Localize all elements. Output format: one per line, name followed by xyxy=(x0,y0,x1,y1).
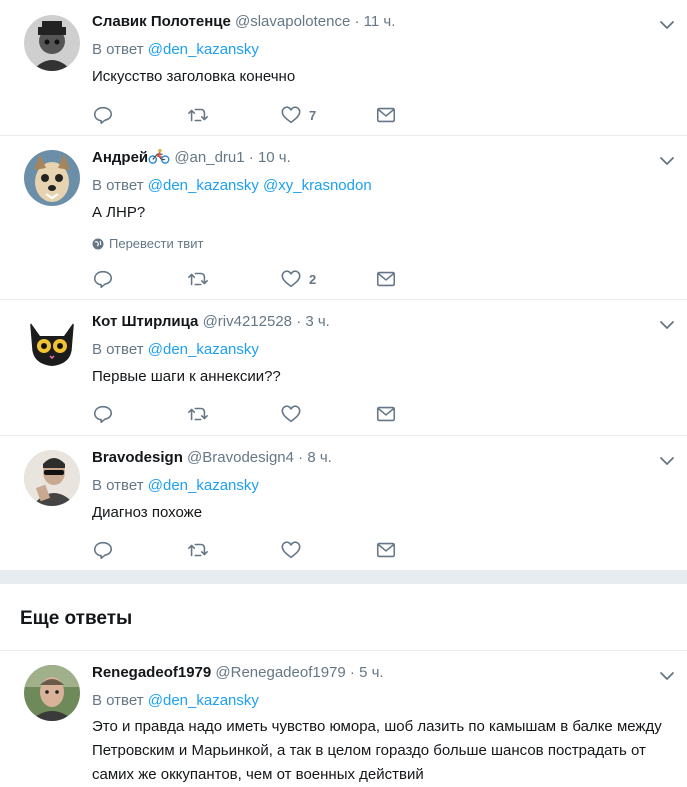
author-handle[interactable]: @riv4212528 xyxy=(203,313,292,330)
author-name[interactable]: Bravodesign xyxy=(92,449,183,466)
message-icon xyxy=(376,406,396,422)
reply-icon xyxy=(93,405,113,424)
retweet-icon xyxy=(188,407,208,421)
globe-icon xyxy=(92,238,104,249)
tweet[interactable]: Bravodesign @Bravodesign4 · 8 ч. В ответ… xyxy=(0,436,687,570)
reply-icon xyxy=(93,106,113,125)
reply-context: В ответ @den_kazansky xyxy=(92,40,667,60)
chevron-down-icon[interactable] xyxy=(659,317,675,333)
author-name[interactable]: Славик Полотенце xyxy=(92,13,231,30)
reply-button[interactable] xyxy=(92,402,187,426)
like-icon xyxy=(281,106,301,124)
author-handle[interactable]: @an_dru1 xyxy=(174,149,244,166)
author-handle[interactable]: @Bravodesign4 xyxy=(187,449,294,466)
retweet-button[interactable] xyxy=(187,402,280,426)
mention-link[interactable]: @den_kazansky xyxy=(148,41,259,58)
retweet-icon xyxy=(188,272,208,286)
author-handle[interactable]: @slavapolotence xyxy=(235,13,350,30)
mention-link[interactable]: @den_kazansky xyxy=(148,477,259,494)
timestamp[interactable]: 8 ч. xyxy=(307,449,332,466)
like-button[interactable]: 7 xyxy=(280,103,375,127)
tweet[interactable]: Кот Штирлица @riv4212528 · 3 ч. В ответ … xyxy=(0,300,687,436)
tweet-text: А ЛНР? xyxy=(92,204,146,221)
separator: · xyxy=(248,149,254,166)
reply-context: В ответ @den_kazansky xyxy=(92,340,667,360)
chevron-down-icon[interactable] xyxy=(659,17,675,33)
section-divider xyxy=(0,570,687,584)
cyclist-icon xyxy=(148,148,170,164)
tweet[interactable]: Андрей @an_dru1 · 10 ч. В ответ @den_kaz… xyxy=(0,136,687,300)
like-count: 7 xyxy=(309,107,317,123)
chevron-down-icon[interactable] xyxy=(659,153,675,169)
retweet-icon xyxy=(188,108,208,122)
message-icon xyxy=(376,542,396,558)
mention-link[interactable]: @den_kazansky xyxy=(148,177,259,194)
tweet[interactable]: Славик Полотенце @slavapolotence · 11 ч.… xyxy=(0,0,687,136)
message-icon xyxy=(376,107,396,123)
mention-link[interactable]: @den_kazansky xyxy=(148,692,259,709)
author-name[interactable]: Андрей xyxy=(92,149,148,166)
like-button[interactable] xyxy=(280,538,375,562)
timestamp[interactable]: 3 ч. xyxy=(305,313,330,330)
separator: · xyxy=(296,313,302,330)
retweet-button[interactable] xyxy=(187,103,280,127)
message-button[interactable] xyxy=(375,267,397,291)
reply-button[interactable] xyxy=(92,103,187,127)
author-handle[interactable]: @Renegadeof1979 xyxy=(215,664,345,681)
avatar[interactable] xyxy=(24,665,80,721)
message-button[interactable] xyxy=(375,402,397,426)
reply-icon xyxy=(93,541,113,560)
translate-label[interactable]: Перевести твит xyxy=(109,236,203,251)
reply-prefix: В ответ xyxy=(92,177,144,194)
retweet-button[interactable] xyxy=(187,267,280,291)
tweet-text: Искусство заголовка конечно xyxy=(92,68,296,85)
reply-context: В ответ @den_kazansky @xy_krasnodon xyxy=(92,176,667,196)
avatar[interactable] xyxy=(24,15,80,71)
separator: · xyxy=(354,13,360,30)
avatar[interactable] xyxy=(24,150,80,206)
tweet-text: Это и правда надо иметь чувство юмора, ш… xyxy=(92,718,662,783)
like-icon xyxy=(281,270,301,288)
like-icon xyxy=(281,541,301,559)
mention-link[interactable]: @xy_krasnodon xyxy=(263,177,372,194)
message-icon xyxy=(376,271,396,287)
reply-icon xyxy=(93,270,113,289)
translate-link[interactable]: Перевести твит xyxy=(92,236,667,251)
reply-prefix: В ответ xyxy=(92,477,144,494)
author-name[interactable]: Renegadeof1979 xyxy=(92,664,211,681)
separator: · xyxy=(349,664,355,681)
reply-context: В ответ @den_kazansky xyxy=(92,476,667,496)
timestamp[interactable]: 11 ч. xyxy=(364,13,396,30)
avatar[interactable] xyxy=(24,314,80,370)
like-button[interactable]: 2 xyxy=(280,267,375,291)
timestamp[interactable]: 10 ч. xyxy=(258,149,291,166)
reply-prefix: В ответ xyxy=(92,41,144,58)
reply-button[interactable] xyxy=(92,267,187,291)
more-replies-heading: Еще ответы xyxy=(20,608,133,629)
avatar[interactable] xyxy=(24,450,80,506)
reply-prefix: В ответ xyxy=(92,692,144,709)
chevron-down-icon[interactable] xyxy=(659,453,675,469)
chevron-down-icon[interactable] xyxy=(659,668,675,684)
tweet-text: Первые шаги к аннексии?? xyxy=(92,368,281,385)
message-button[interactable] xyxy=(375,538,397,562)
message-button[interactable] xyxy=(375,103,397,127)
tweet-text: Диагноз похоже xyxy=(92,504,203,521)
reply-context: В ответ @den_kazansky xyxy=(92,691,667,711)
reply-button[interactable] xyxy=(92,538,187,562)
reply-prefix: В ответ xyxy=(92,341,144,358)
retweet-icon xyxy=(188,543,208,557)
retweet-button[interactable] xyxy=(187,538,280,562)
tweet[interactable]: Renegadeof1979 @Renegadeof1979 · 5 ч. В … xyxy=(0,651,687,785)
like-icon xyxy=(281,405,301,423)
like-button[interactable] xyxy=(280,402,375,426)
like-count: 2 xyxy=(309,271,317,287)
author-name[interactable]: Кот Штирлица xyxy=(92,313,198,330)
mention-link[interactable]: @den_kazansky xyxy=(148,341,259,358)
separator: · xyxy=(298,449,304,466)
timestamp[interactable]: 5 ч. xyxy=(359,664,384,681)
